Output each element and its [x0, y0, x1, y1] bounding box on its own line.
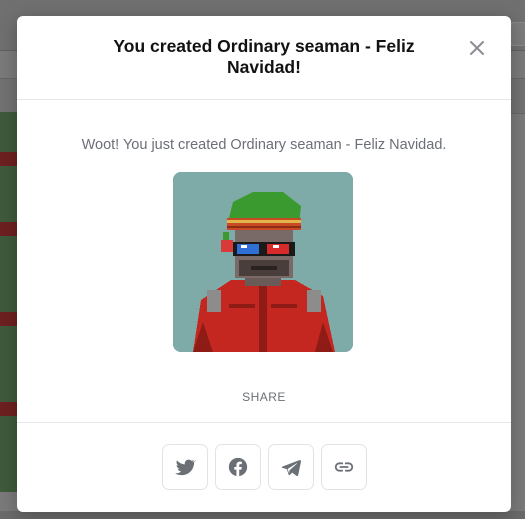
- modal-title: You created Ordinary seaman - Feliz Navi…: [113, 36, 415, 77]
- share-facebook-button[interactable]: [215, 444, 261, 490]
- background-footer: [0, 511, 525, 519]
- twitter-icon: [174, 459, 196, 476]
- link-icon: [334, 462, 354, 472]
- facebook-icon: [228, 457, 248, 477]
- nft-image: [173, 172, 353, 352]
- modal-header: You created Ordinary seaman - Feliz Navi…: [17, 16, 511, 100]
- telegram-icon: [281, 459, 302, 477]
- close-icon: [470, 41, 484, 55]
- close-button[interactable]: [467, 38, 487, 58]
- share-button-row: [162, 444, 367, 490]
- copy-link-button[interactable]: [321, 444, 367, 490]
- success-message: Woot! You just created Ordinary seaman -…: [81, 137, 447, 153]
- modal-body: Woot! You just created Ordinary seaman -…: [17, 100, 511, 423]
- share-telegram-button[interactable]: [268, 444, 314, 490]
- share-label: SHARE: [242, 390, 286, 404]
- background-button: [510, 22, 525, 46]
- creation-success-modal: You created Ordinary seaman - Feliz Navi…: [17, 16, 511, 512]
- share-twitter-button[interactable]: [162, 444, 208, 490]
